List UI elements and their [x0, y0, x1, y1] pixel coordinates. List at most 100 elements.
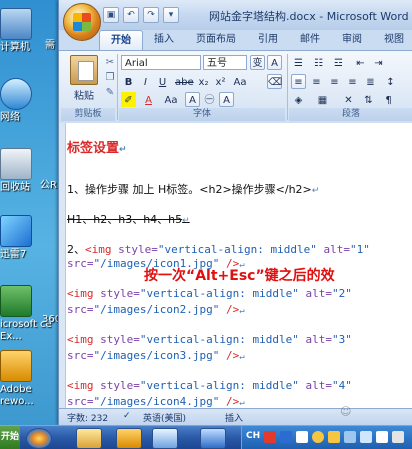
ime-indicator[interactable]: CH: [246, 431, 260, 441]
browser-icon[interactable]: [26, 428, 52, 449]
quick-access-toolbar: ▣ ↶ ↷ ▾: [103, 7, 179, 23]
save-icon[interactable]: ▣: [103, 7, 119, 23]
multilevel-list-icon[interactable]: ☲: [331, 55, 346, 70]
phonetic-guide-icon[interactable]: 变: [250, 55, 265, 70]
clipboard-tray-icon[interactable]: [376, 431, 388, 443]
align-right-icon[interactable]: ≡: [327, 74, 342, 89]
ie-icon[interactable]: [152, 428, 178, 449]
language-indicator[interactable]: 英语(美国): [143, 411, 186, 424]
desktop-icon-label: 回收站: [0, 182, 30, 193]
word-taskbar-icon[interactable]: [200, 428, 226, 449]
tab-references[interactable]: 引用: [247, 30, 289, 49]
char-border-icon[interactable]: A: [267, 55, 282, 70]
folder-icon[interactable]: [76, 428, 102, 449]
code-line: <img style="vertical-align: middle" alt=…: [67, 287, 352, 300]
desktop-icon-label: 计算机: [0, 42, 30, 53]
network-tray-icon[interactable]: [344, 431, 356, 443]
undo-icon[interactable]: ↶: [123, 7, 139, 23]
office-logo-icon: [73, 13, 91, 31]
numbering-icon[interactable]: ☷: [311, 55, 326, 70]
tab-home[interactable]: 开始: [99, 30, 143, 50]
cut-icon[interactable]: ✂: [103, 57, 117, 69]
paste-button[interactable]: 粘贴: [65, 55, 103, 103]
bold-button[interactable]: B: [121, 74, 136, 89]
tab-insert[interactable]: 插入: [143, 30, 185, 49]
bullets-icon[interactable]: ☰: [291, 55, 306, 70]
desktop-icon-label: 迅雷7: [0, 249, 27, 260]
code-line: src="/images/icon3.jpg" />↵: [67, 349, 245, 362]
proofing-icon[interactable]: ✓: [123, 411, 131, 421]
subscript-button[interactable]: x₂: [196, 74, 211, 89]
chinese-layout-icon[interactable]: ✕: [341, 92, 356, 107]
start-button[interactable]: 开始: [0, 426, 20, 449]
desktop-icon-xunlei[interactable]: 迅雷7: [0, 215, 60, 261]
borders-icon[interactable]: ▦: [315, 92, 330, 107]
volume-icon[interactable]: [360, 431, 372, 443]
tab-page-layout[interactable]: 页面布局: [185, 30, 247, 49]
redo-icon[interactable]: ↷: [143, 7, 159, 23]
moon-icon[interactable]: [312, 431, 324, 443]
emoji-icon[interactable]: [328, 431, 340, 443]
code-line: <img style="vertical-align: middle" alt=…: [67, 333, 352, 346]
copy-icon[interactable]: ❐: [103, 72, 117, 84]
font-name-dropdown[interactable]: Arial: [121, 55, 201, 70]
underline-button[interactable]: U: [155, 74, 170, 89]
recycle-bin-icon: [0, 148, 32, 180]
line-spacing-icon[interactable]: ↕: [383, 74, 398, 89]
fireworks-icon: [0, 350, 32, 382]
language-bar-icon[interactable]: [280, 431, 292, 443]
justify-icon[interactable]: ≡: [345, 74, 360, 89]
system-tray: CH: [241, 426, 412, 449]
enclose-char-icon[interactable]: ㊀: [202, 92, 217, 107]
settings-icon[interactable]: [296, 431, 308, 443]
decrease-indent-icon[interactable]: ⇤: [353, 55, 368, 70]
superscript-button[interactable]: x²: [213, 74, 228, 89]
mail-icon[interactable]: [264, 431, 276, 443]
char-border-icon[interactable]: A: [219, 92, 234, 107]
font-group-label: 字体: [119, 108, 285, 121]
clear-format-icon[interactable]: ⌫: [267, 74, 282, 89]
grow-font-icon[interactable]: Aa: [161, 92, 181, 107]
tab-view[interactable]: 视图: [373, 30, 412, 49]
divider: [117, 54, 118, 120]
distributed-icon[interactable]: ≣: [363, 74, 378, 89]
computer-icon: [0, 8, 32, 40]
align-center-icon[interactable]: ≡: [309, 74, 324, 89]
clipboard-group-label: 剪贴板: [61, 108, 115, 121]
show-marks-icon[interactable]: ¶: [381, 92, 396, 107]
keyboard-icon[interactable]: [392, 431, 404, 443]
office-button[interactable]: [63, 3, 101, 41]
sort-icon[interactable]: ⇅: [361, 92, 376, 107]
desktop-side-label: 需: [45, 40, 55, 51]
change-case-button[interactable]: Aa: [231, 74, 249, 89]
word-count[interactable]: 字数: 232: [67, 411, 108, 424]
tab-review[interactable]: 审阅: [331, 30, 373, 49]
highlight-icon[interactable]: ✐: [121, 92, 136, 107]
strikethrough-button[interactable]: abe: [174, 74, 194, 89]
ribbon: 粘贴 ✂ ❐ ✎ 剪贴板 Arial 五号 变 A B I U abe x₂ x…: [59, 50, 412, 124]
char-shading-icon[interactable]: A: [185, 92, 200, 107]
font-color-button[interactable]: A: [141, 92, 156, 107]
doc-heading-levels: H1、h2、h3、h4、h5↵: [67, 213, 190, 226]
vertical-ruler: [59, 123, 66, 408]
fireworks-taskbar-icon[interactable]: [116, 428, 142, 449]
tab-mailings[interactable]: 邮件: [289, 30, 331, 49]
divider: [287, 54, 288, 120]
code-line: <img style="vertical-align: middle" alt=…: [67, 379, 352, 392]
increase-indent-icon[interactable]: ⇥: [371, 55, 386, 70]
document-area[interactable]: 标签设置↵ 1、操作步骤 加上 H标签。<h2>操作步骤</h2>↵ H1、h2…: [59, 123, 412, 408]
insert-mode[interactable]: 插入: [225, 411, 243, 424]
shading-icon[interactable]: ◈: [291, 92, 306, 107]
watermark-logo-icon: ☺: [340, 405, 352, 418]
ribbon-tabs: 开始 插入 页面布局 引用 邮件 审阅 视图 开: [99, 30, 412, 50]
font-size-dropdown[interactable]: 五号: [203, 55, 247, 70]
italic-button[interactable]: I: [138, 74, 153, 89]
desktop-icon-fireworks[interactable]: Adobe rewo...: [0, 350, 60, 408]
align-left-icon[interactable]: ≡: [291, 74, 306, 89]
desktop-icon-network[interactable]: 网络: [0, 78, 60, 124]
doc-heading: 标签设置↵: [67, 141, 127, 156]
format-painter-icon[interactable]: ✎: [103, 87, 117, 99]
customize-toolbar-icon[interactable]: ▾: [163, 7, 179, 23]
desktop-side-label: 公R: [40, 180, 57, 191]
taskbar: 开始 CH: [0, 425, 412, 449]
